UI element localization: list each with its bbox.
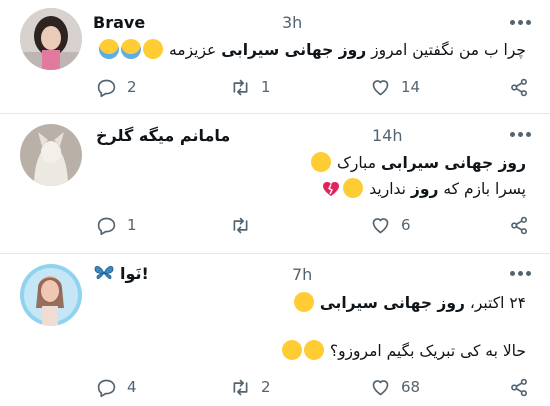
relieved-face-icon xyxy=(311,152,332,172)
like-button[interactable]: 14 xyxy=(370,76,420,98)
reply-count: 2 xyxy=(127,78,137,96)
display-name[interactable]: مامانم میگه گلرخ xyxy=(96,126,230,145)
reply-button[interactable]: 1 xyxy=(96,214,137,236)
retweet-icon xyxy=(233,379,248,395)
retweet-button[interactable]: 2 xyxy=(230,376,271,398)
retweet-icon xyxy=(233,79,248,95)
avatar[interactable] xyxy=(20,8,82,70)
tweet-text-tail: ندارید xyxy=(369,180,411,198)
pensive-face-icon xyxy=(343,178,364,198)
share-button[interactable] xyxy=(509,376,530,398)
tweet-text-plain: پسرا بازم که xyxy=(438,180,526,198)
like-button[interactable]: 68 xyxy=(370,376,420,398)
more-options-icon[interactable] xyxy=(510,132,532,138)
tweet-text: چرا ب من نگفتین امروز روز جهانی سیرابی ع… xyxy=(98,39,526,59)
share-button[interactable] xyxy=(509,214,530,236)
timestamp[interactable]: 3h xyxy=(282,13,302,32)
tweet-text-plain: حالا به کی تبریک بگیم امروزو؟ xyxy=(329,342,526,360)
tweet-text-tail: عزیزمه xyxy=(168,41,222,59)
share-icon xyxy=(511,78,527,96)
heart-icon xyxy=(372,379,389,395)
tweet-text-line-1: ۲۴ اکتبر، روز جهانی سیرابی xyxy=(293,292,526,312)
like-count: 6 xyxy=(401,216,411,234)
tweet-text-bold: روز xyxy=(410,180,439,198)
display-name[interactable]: نَوا! xyxy=(94,264,149,286)
like-button[interactable]: 6 xyxy=(370,214,411,236)
tweet-text-line-1: روز جهانی سیرابی مبارک xyxy=(310,152,526,172)
reply-icon xyxy=(97,379,116,397)
reply-icon xyxy=(97,217,116,235)
retweet-count: 1 xyxy=(261,78,271,96)
tweet-1[interactable]: Brave 3h چرا ب من نگفتین امروز روز جهانی… xyxy=(0,0,550,113)
relieved-face-icon xyxy=(143,39,164,59)
share-button[interactable] xyxy=(509,76,530,98)
share-icon xyxy=(511,216,527,234)
tweet-text-line-2: پسرا بازم که روز ندارید xyxy=(320,178,526,198)
more-options-icon[interactable] xyxy=(510,20,532,26)
loudly-crying-face-icon xyxy=(99,39,120,59)
tweet-text-plain: مبارک xyxy=(336,154,381,172)
tweet-text-plain: ۲۴ اکتبر، xyxy=(464,294,526,312)
timestamp[interactable]: 7h xyxy=(292,265,312,284)
loudly-crying-face-icon xyxy=(121,39,142,59)
retweet-count: 2 xyxy=(261,378,271,396)
rolling-on-floor-laughing-icon xyxy=(300,336,328,364)
tweet-text-line-2: حالا به کی تبریک بگیم امروزو؟ xyxy=(278,336,526,364)
display-name-text: نَوا! xyxy=(120,264,149,283)
reply-icon xyxy=(97,79,116,97)
heart-icon xyxy=(372,217,389,233)
tweet-3[interactable]: نَوا! 7h ۲۴ اکتبر، روز جهانی سیرابی حالا… xyxy=(0,254,550,406)
like-count: 14 xyxy=(401,78,421,96)
tweet-text-bold: روز جهانی سیرابی xyxy=(221,41,367,59)
heart-icon xyxy=(372,79,389,95)
retweet-button[interactable] xyxy=(230,214,261,236)
retweet-icon xyxy=(233,217,248,233)
butterfly-icon xyxy=(94,264,114,286)
reply-count: 1 xyxy=(127,216,137,234)
timestamp[interactable]: 14h xyxy=(372,126,403,145)
more-options-icon[interactable] xyxy=(510,271,532,277)
tweet-text-bold: روز جهانی سیرابی xyxy=(319,294,465,312)
broken-heart-icon xyxy=(321,178,341,198)
reply-button[interactable]: 2 xyxy=(96,76,137,98)
share-icon xyxy=(511,378,527,396)
tweet-2[interactable]: مامانم میگه گلرخ 14h روز جهانی سیرابی مب… xyxy=(0,114,550,253)
like-count: 68 xyxy=(401,378,421,396)
avatar[interactable] xyxy=(20,264,82,326)
reply-count: 4 xyxy=(127,378,137,396)
confused-face-icon xyxy=(293,292,314,312)
tweet-text-bold: روز جهانی سیرابی xyxy=(380,154,526,172)
avatar[interactable] xyxy=(20,124,82,186)
tweet-text-plain: چرا ب من نگفتین امروز xyxy=(366,41,526,59)
rolling-on-floor-laughing-icon xyxy=(278,336,306,364)
retweet-button[interactable]: 1 xyxy=(230,76,271,98)
display-name[interactable]: Brave xyxy=(93,13,145,32)
reply-button[interactable]: 4 xyxy=(96,376,137,398)
